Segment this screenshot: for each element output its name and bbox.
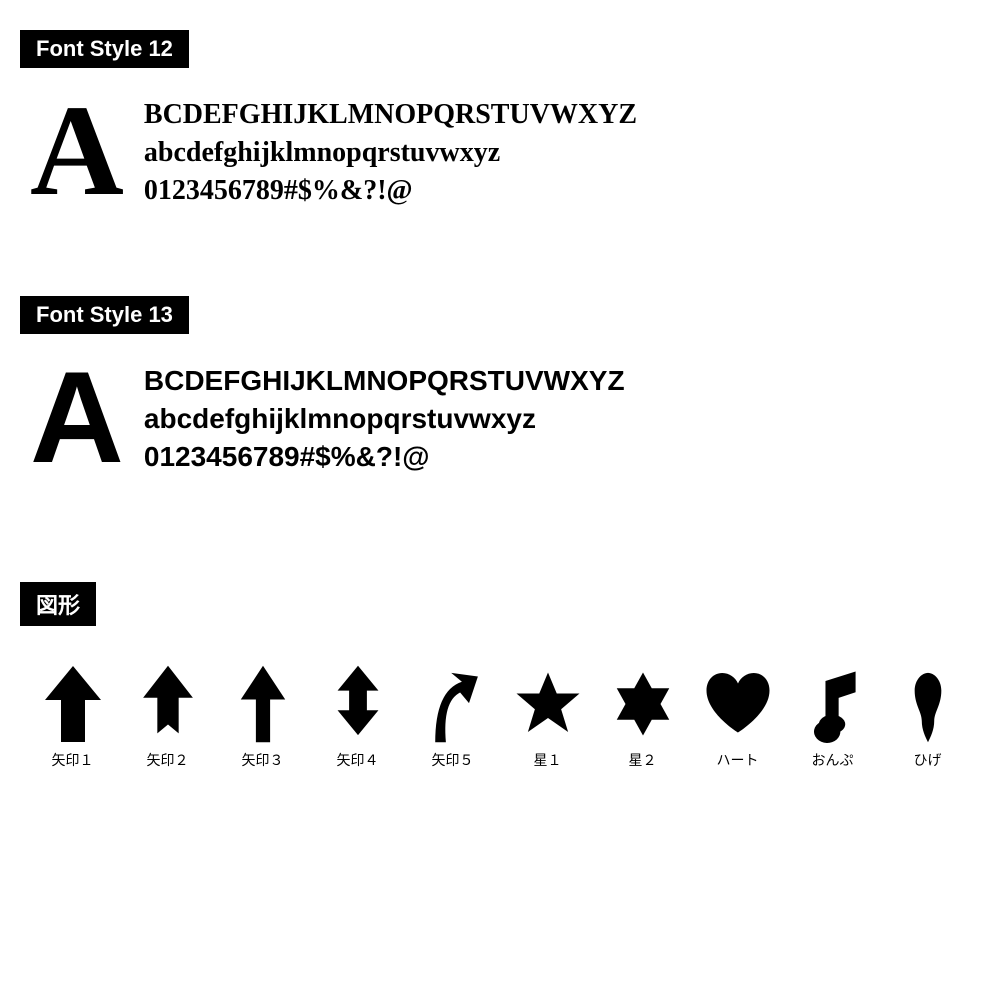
font-style-13-label: Font Style 13 — [20, 296, 189, 334]
shape-star2: 星２ — [600, 664, 685, 770]
music-label: おんぷ — [812, 750, 854, 770]
font-style-13-big-letter: A — [30, 352, 124, 482]
arrow3-icon — [228, 664, 298, 744]
font-style-12-section: Font Style 12 A BCDEFGHIJKLMNOPQRSTUVWXY… — [20, 20, 980, 226]
font-style-13-chars: BCDEFGHIJKLMNOPQRSTUVWXYZ abcdefghijklmn… — [144, 352, 625, 475]
font-style-12-line-3: 0123456789#$%&?!@ — [144, 172, 637, 210]
shape-music: おんぷ — [790, 664, 875, 770]
moustache-icon — [893, 664, 963, 744]
shape-arrow5: 矢印５ — [410, 664, 495, 770]
font-style-12-big-letter: A — [30, 86, 124, 216]
font-style-13-line-1: BCDEFGHIJKLMNOPQRSTUVWXYZ — [144, 362, 625, 400]
arrow5-icon — [418, 664, 488, 744]
font-style-13-section: Font Style 13 A BCDEFGHIJKLMNOPQRSTUVWXY… — [20, 286, 980, 492]
font-style-13-line-2: abcdefghijklmnopqrstuvwxyz — [144, 400, 625, 438]
arrow4-icon — [323, 664, 393, 744]
music-icon — [798, 664, 868, 744]
shape-arrow4: 矢印４ — [315, 664, 400, 770]
star2-icon — [608, 664, 678, 744]
shape-star1: 星１ — [505, 664, 590, 770]
star1-label: 星１ — [534, 750, 562, 770]
moustache-label: ひげ — [914, 750, 942, 770]
shape-arrow3: 矢印３ — [220, 664, 305, 770]
shapes-section: 図形 矢印１ 矢印２ — [20, 572, 980, 770]
font-style-12-chars: BCDEFGHIJKLMNOPQRSTUVWXYZ abcdefghijklmn… — [144, 86, 637, 209]
shape-arrow2: 矢印２ — [125, 664, 210, 770]
font-style-13-demo: A BCDEFGHIJKLMNOPQRSTUVWXYZ abcdefghijkl… — [20, 352, 980, 492]
shape-arrow1: 矢印１ — [30, 664, 115, 770]
page: Font Style 12 A BCDEFGHIJKLMNOPQRSTUVWXY… — [0, 0, 1000, 790]
heart-label: ハート — [717, 750, 759, 770]
font-style-12-line-2: abcdefghijklmnopqrstuvwxyz — [144, 134, 637, 172]
shapes-label: 図形 — [20, 582, 96, 626]
font-style-12-label: Font Style 12 — [20, 30, 189, 68]
shape-heart: ハート — [695, 664, 780, 770]
star1-icon — [513, 664, 583, 744]
shapes-grid: 矢印１ 矢印２ 矢印３ — [20, 644, 980, 770]
star2-label: 星２ — [629, 750, 657, 770]
arrow1-label: 矢印１ — [52, 750, 94, 770]
arrow2-icon — [133, 664, 203, 744]
arrow5-label: 矢印５ — [432, 750, 474, 770]
font-style-13-line-3: 0123456789#$%&?!@ — [144, 438, 625, 476]
font-style-12-demo: A BCDEFGHIJKLMNOPQRSTUVWXYZ abcdefghijkl… — [20, 86, 980, 226]
arrow4-label: 矢印４ — [337, 750, 379, 770]
arrow2-label: 矢印２ — [147, 750, 189, 770]
shape-moustache: ひげ — [885, 664, 970, 770]
heart-icon — [703, 664, 773, 744]
font-style-12-line-1: BCDEFGHIJKLMNOPQRSTUVWXYZ — [144, 96, 637, 134]
arrow1-icon — [38, 664, 108, 744]
arrow3-label: 矢印３ — [242, 750, 284, 770]
